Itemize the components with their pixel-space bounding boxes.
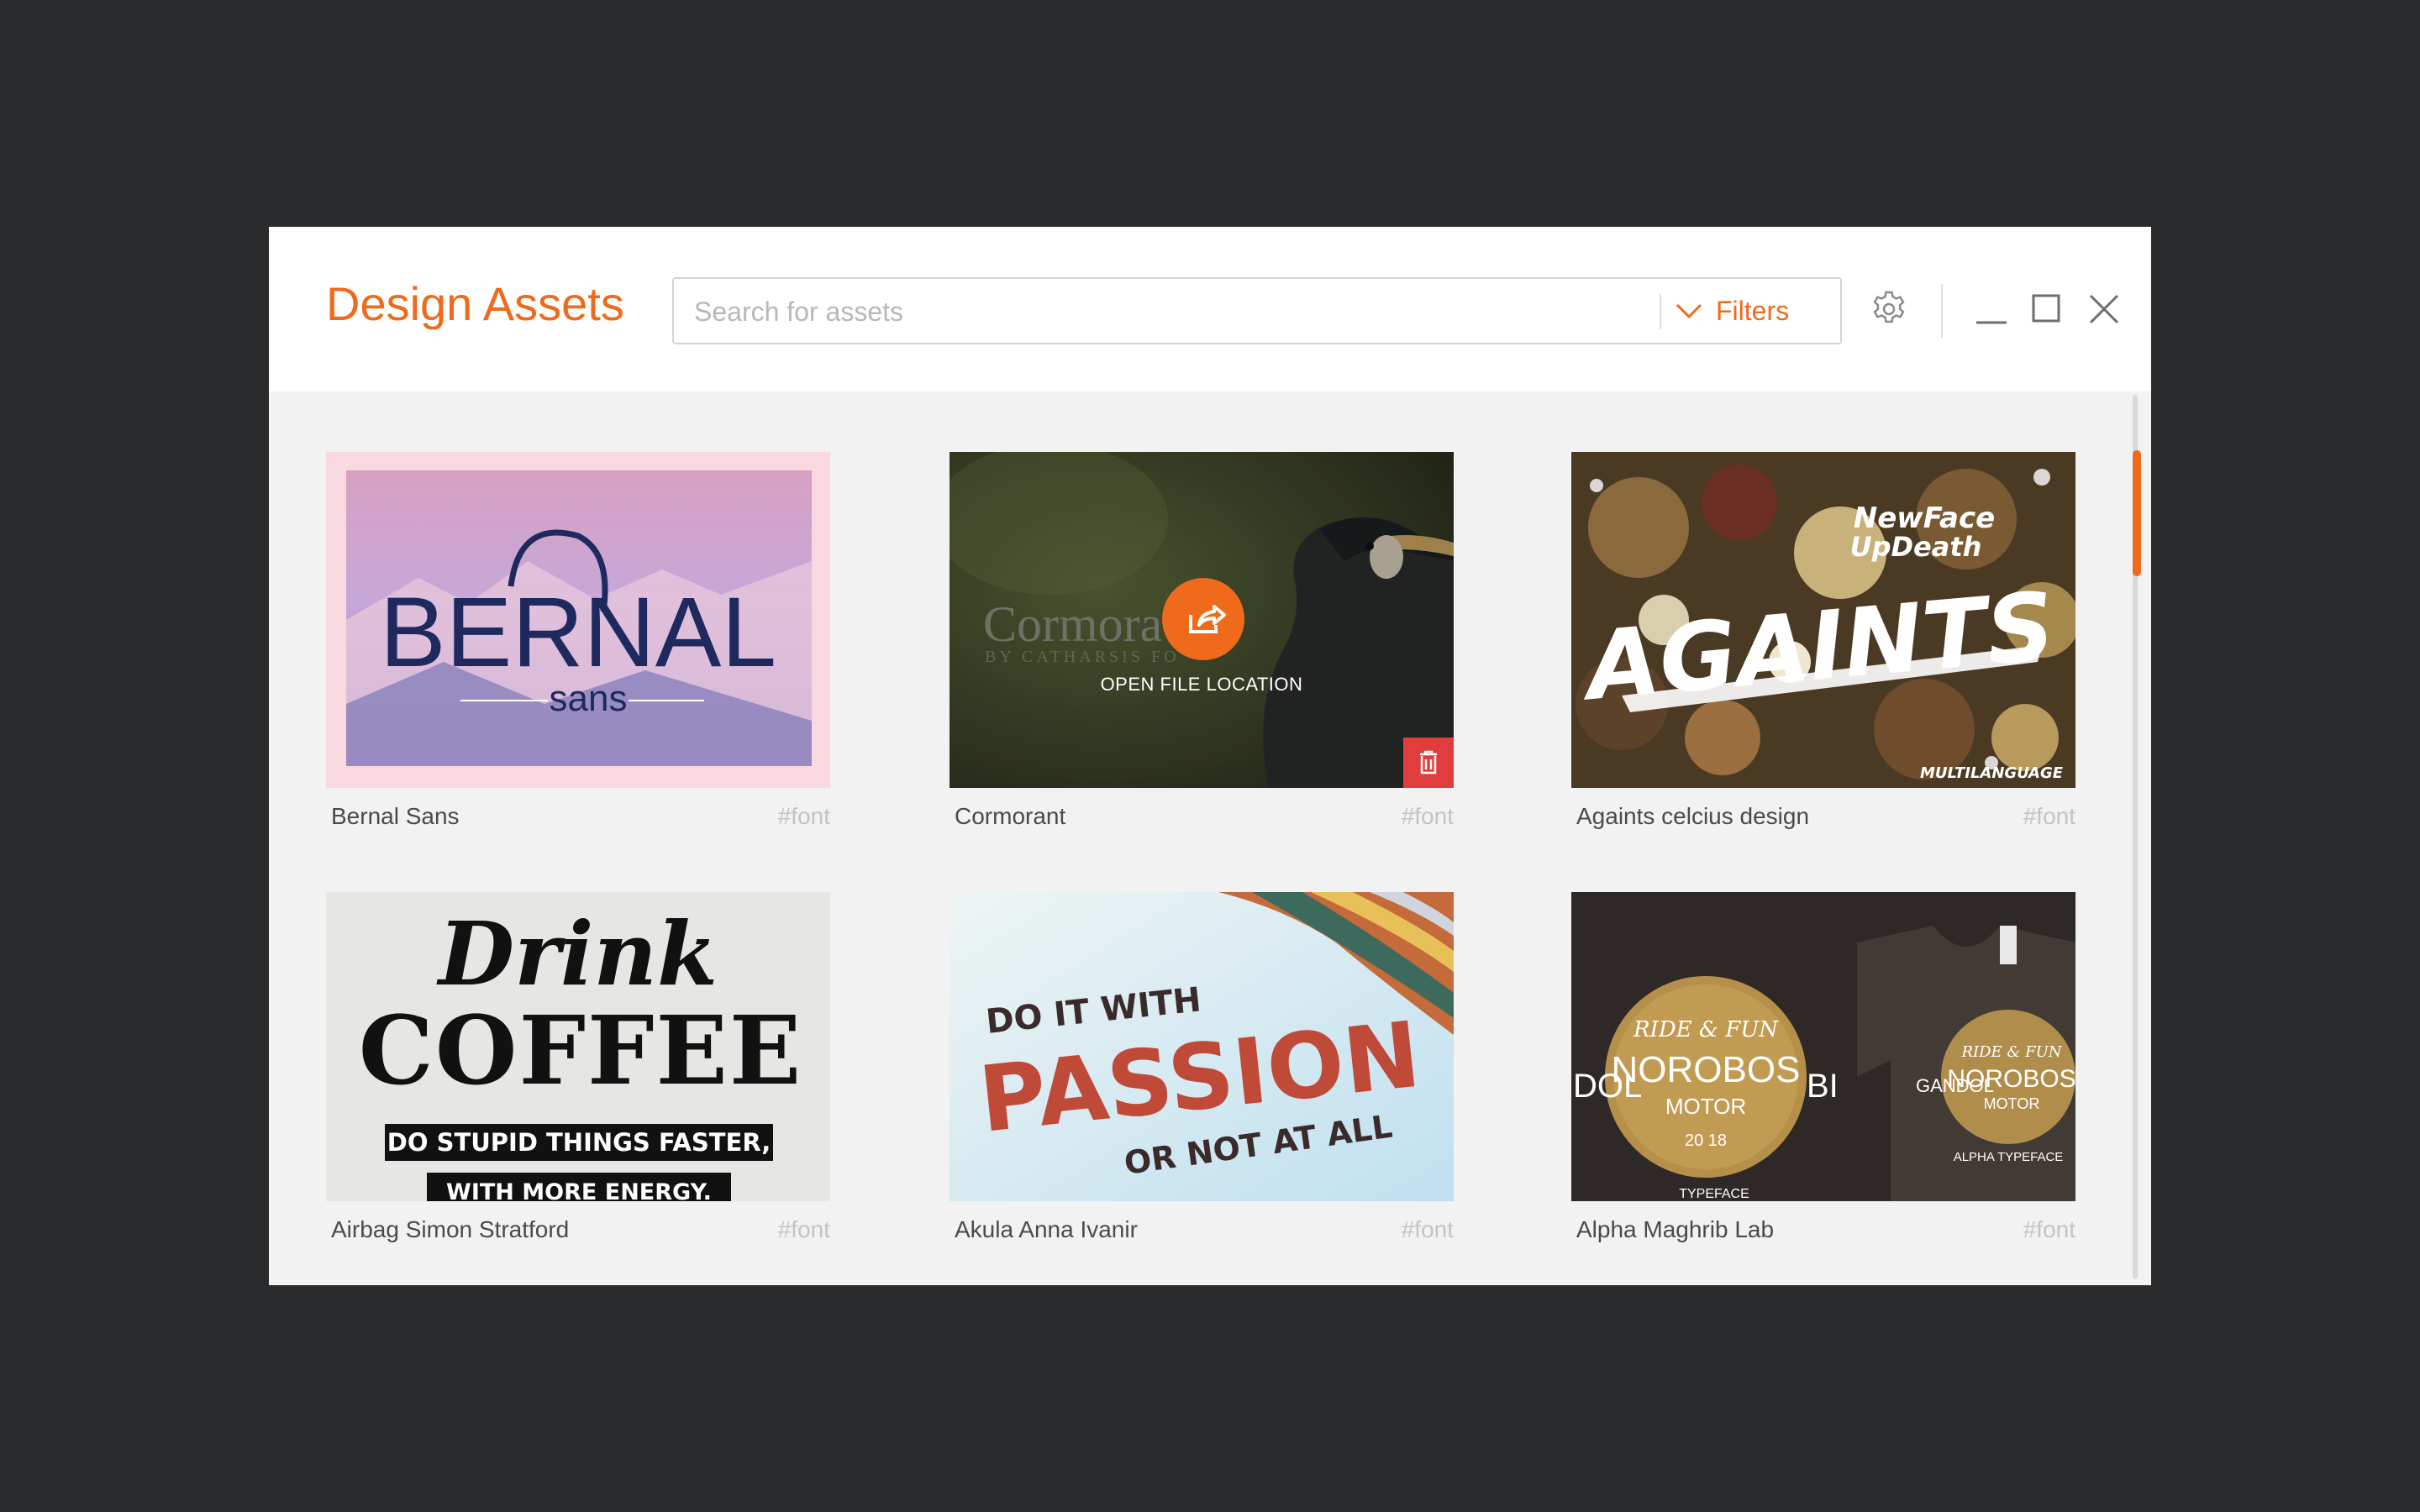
asset-name: Cormorant: [955, 803, 1066, 829]
preview-text: BI: [1807, 1068, 1839, 1105]
asset-tag[interactable]: #font: [2023, 1216, 2075, 1243]
header-divider: [1941, 284, 1943, 338]
preview-image: NewFace UpDeath AGAINTS MULTILANGUAGE: [1571, 452, 2075, 788]
delete-button[interactable]: [1403, 738, 1454, 788]
preview-text: UpDeath: [1850, 531, 1982, 563]
filters-button[interactable]: Filters: [1676, 287, 1789, 334]
preview-text: TYPEFACE: [1679, 1187, 1749, 1201]
asset-name: Alpha Maghrib Lab: [1576, 1216, 1775, 1242]
asset-card[interactable]: Cormora BY CATHARSIS FO OPEN FILE LOCATI…: [950, 452, 1454, 835]
preview-text: WITH MORE ENERGY.: [446, 1179, 712, 1201]
preview-text: NOROBOS: [1947, 1065, 2075, 1093]
search-input[interactable]: [692, 289, 1654, 334]
app-window: Design Assets Filters: [269, 227, 2151, 1285]
asset-card[interactable]: BERNAL sans Bernal Sans #font: [326, 452, 830, 835]
asset-tag[interactable]: #font: [778, 1216, 830, 1243]
asset-name: Akula Anna Ivanir: [955, 1216, 1138, 1242]
minimize-icon[interactable]: [1973, 291, 2010, 328]
search-box: Filters: [672, 277, 1842, 344]
asset-name: Airbag Simon Stratford: [331, 1216, 570, 1242]
preview-text: DOL: [1573, 1068, 1642, 1105]
share-icon: [1189, 605, 1226, 633]
scrollbar-thumb[interactable]: [2133, 450, 2141, 576]
gear-icon[interactable]: [1869, 289, 1909, 329]
preview-text: COFFEE: [359, 996, 802, 1106]
preview-text: MOTOR: [1665, 1094, 1746, 1119]
asset-tag[interactable]: #font: [778, 803, 830, 830]
trash-icon: [1420, 750, 1437, 774]
asset-card[interactable]: Drink COFFEE DO STUPID THINGS FASTER, WI…: [326, 892, 830, 1248]
open-file-location-label[interactable]: OPEN FILE LOCATION: [950, 674, 1454, 696]
asset-tag[interactable]: #font: [2023, 803, 2075, 830]
preview-image: DO IT WITH PASSION OR NOT AT ALL: [950, 892, 1454, 1201]
chevron-down-icon: [1676, 303, 1702, 319]
asset-name: Againts celcius design: [1576, 803, 1810, 829]
asset-preview[interactable]: Drink COFFEE DO STUPID THINGS FASTER, WI…: [326, 892, 830, 1201]
preview-text: sans: [550, 678, 628, 719]
asset-card[interactable]: NewFace UpDeath AGAINTS MULTILANGUAGE Ag…: [1571, 452, 2075, 835]
app-title: Design Assets: [326, 277, 624, 330]
preview-text: RIDE & FUN: [1633, 1017, 1779, 1042]
asset-preview[interactable]: Cormora BY CATHARSIS FO OPEN FILE LOCATI…: [950, 452, 1454, 788]
preview-text: NewFace: [1854, 501, 1995, 535]
asset-caption: Againts celcius design #font: [1571, 788, 2075, 835]
asset-tag[interactable]: #font: [1402, 803, 1454, 830]
asset-caption: Akula Anna Ivanir #font: [950, 1201, 1454, 1248]
asset-grid: BERNAL sans Bernal Sans #font Cormora BY…: [269, 391, 2151, 1285]
asset-tag[interactable]: #font: [1402, 1216, 1454, 1243]
preview-image: RIDE & FUN NOROBOS MOTOR 20 18 DOL BI GA…: [1571, 892, 2075, 1201]
search-divider: [1660, 294, 1661, 329]
asset-card[interactable]: DO IT WITH PASSION OR NOT AT ALL Akula A…: [950, 892, 1454, 1248]
asset-card[interactable]: RIDE & FUN NOROBOS MOTOR 20 18 DOL BI GA…: [1571, 892, 2075, 1248]
close-icon[interactable]: [2086, 291, 2123, 328]
preview-text: DO STUPID THINGS FASTER,: [387, 1128, 771, 1157]
asset-caption: Airbag Simon Stratford #font: [326, 1201, 830, 1248]
preview-text: MULTILANGUAGE: [1920, 764, 2064, 782]
preview-text: 20 18: [1685, 1131, 1727, 1150]
asset-preview[interactable]: NewFace UpDeath AGAINTS MULTILANGUAGE: [1571, 452, 2075, 788]
asset-preview[interactable]: DO IT WITH PASSION OR NOT AT ALL: [950, 892, 1454, 1201]
open-file-location-button[interactable]: [1162, 578, 1244, 660]
preview-text: Drink: [436, 902, 718, 1005]
header-bar: Design Assets Filters: [269, 227, 2151, 391]
asset-preview[interactable]: RIDE & FUN NOROBOS MOTOR 20 18 DOL BI GA…: [1571, 892, 2075, 1201]
filters-label: Filters: [1716, 295, 1790, 326]
preview-image: BERNAL sans: [326, 452, 830, 788]
asset-preview[interactable]: BERNAL sans: [326, 452, 830, 788]
preview-image: Drink COFFEE DO STUPID THINGS FASTER, WI…: [326, 892, 830, 1201]
asset-name: Bernal Sans: [331, 803, 460, 829]
asset-caption: Bernal Sans #font: [326, 788, 830, 835]
asset-caption: Alpha Maghrib Lab #font: [1571, 1201, 2075, 1248]
maximize-icon[interactable]: [2028, 291, 2065, 328]
preview-text: RIDE & FUN: [1960, 1043, 2062, 1061]
preview-text: BERNAL: [380, 577, 776, 688]
preview-text: ALPHA TYPEFACE: [1954, 1150, 2064, 1164]
preview-text: MOTOR: [1984, 1095, 2040, 1112]
asset-caption: Cormorant #font: [950, 788, 1454, 835]
